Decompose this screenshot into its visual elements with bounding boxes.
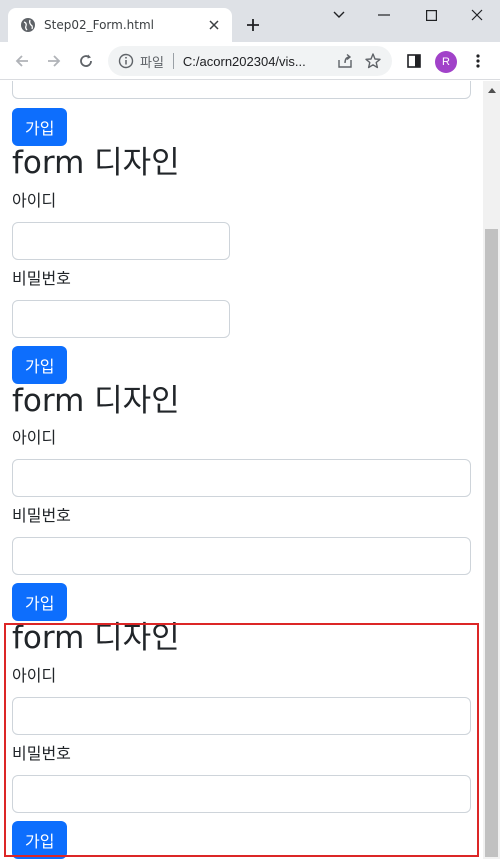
id-input[interactable] [12, 459, 471, 497]
new-tab-button[interactable] [242, 14, 264, 36]
close-window-icon[interactable] [463, 4, 491, 26]
close-tab-icon[interactable] [206, 17, 222, 33]
password-input[interactable] [12, 537, 471, 575]
password-label: 비밀번호 [12, 269, 71, 288]
share-icon[interactable] [336, 52, 354, 70]
form-heading: form 디자인 [12, 383, 180, 419]
browser-tab[interactable]: Step02_Form.html [8, 8, 232, 42]
password-label: 비밀번호 [12, 506, 71, 525]
back-icon[interactable] [10, 49, 34, 73]
password-input[interactable] [12, 81, 471, 99]
maximize-icon[interactable] [417, 4, 445, 26]
forward-icon[interactable] [42, 49, 66, 73]
tab-title: Step02_Form.html [44, 18, 154, 32]
globe-icon [20, 17, 36, 33]
reload-icon[interactable] [74, 49, 98, 73]
info-icon[interactable] [118, 53, 134, 69]
browser-toolbar: 파일 C:/acorn202304/vis... R [0, 42, 500, 80]
tab-search-icon[interactable] [325, 4, 353, 26]
id-input[interactable] [12, 222, 230, 260]
form-heading: form 디자인 [12, 145, 180, 181]
id-label: 아이디 [12, 428, 57, 447]
submit-button[interactable]: 가입 [12, 583, 68, 621]
url-divider [172, 53, 174, 69]
url-scheme-label: 파일 [140, 55, 164, 71]
form-heading: form 디자인 [12, 620, 180, 656]
side-panel-icon[interactable] [402, 49, 426, 73]
id-input[interactable] [12, 697, 471, 735]
submit-button[interactable]: 가입 [12, 108, 68, 146]
address-bar[interactable]: 파일 C:/acorn202304/vis... [108, 46, 392, 76]
tab-strip: Step02_Form.html [0, 0, 500, 42]
id-label: 아이디 [12, 191, 57, 210]
menu-kebab-icon[interactable] [466, 49, 490, 73]
url-text[interactable]: C:/acorn202304/vis... [183, 54, 326, 69]
minimize-icon[interactable] [370, 4, 398, 26]
page-viewport: 가입 form 디자인 아이디 비밀번호 가입 form 디자인 아이디 비밀번… [0, 81, 483, 859]
submit-button[interactable]: 가입 [12, 821, 68, 859]
highlight-box [4, 623, 479, 857]
password-input[interactable] [12, 300, 230, 338]
scroll-up-arrow-icon[interactable] [483, 81, 500, 98]
scrollbar-thumb[interactable] [485, 229, 498, 857]
password-label: 비밀번호 [12, 744, 71, 763]
profile-avatar[interactable]: R [435, 51, 457, 73]
vertical-scrollbar[interactable] [483, 81, 500, 859]
password-input[interactable] [12, 775, 471, 813]
bookmark-star-icon[interactable] [364, 52, 382, 70]
submit-button[interactable]: 가입 [12, 346, 68, 384]
id-label: 아이디 [12, 666, 57, 685]
